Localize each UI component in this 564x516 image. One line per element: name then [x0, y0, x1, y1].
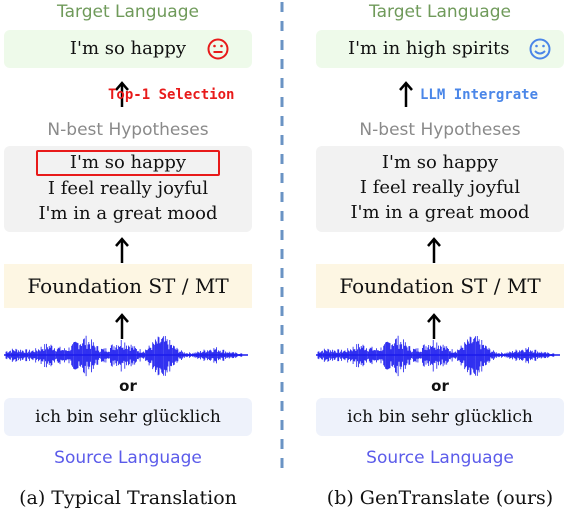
nbest-label: N-best Hypotheses: [47, 120, 209, 140]
nbest-label: N-best Hypotheses: [359, 120, 521, 140]
caption-a: (a) Typical Translation: [19, 487, 237, 509]
waveform-path: [317, 335, 555, 377]
hypothesis-2: I feel really joyful: [359, 177, 521, 198]
source-text-box: ich bin sehr glücklich: [4, 398, 252, 436]
arrow-up-icon: [115, 237, 129, 263]
nbest-box: I'm so happy I feel really joyful I'm in…: [4, 146, 252, 232]
audio-waveform-icon: [4, 335, 248, 377]
hypothesis-2: I feel really joyful: [47, 178, 209, 199]
waveform-path: [5, 335, 243, 377]
source-text: ich bin sehr glücklich: [35, 407, 221, 427]
source-language-label: Source Language: [54, 448, 202, 468]
hypothesis-3: I'm in a great mood: [38, 203, 218, 224]
target-language-label: Target Language: [369, 2, 511, 22]
target-output-box: I'm in high spirits: [316, 30, 564, 68]
hypothesis-1: I'm so happy: [381, 152, 499, 173]
target-language-label: Target Language: [57, 2, 199, 22]
nbest-box: I'm so happy I feel really joyful I'm in…: [316, 146, 564, 232]
arrow-up-icon: [399, 81, 413, 107]
panel-typical-translation: Target Language I'm so happy Top-1 Selec…: [4, 0, 252, 516]
hypothesis-1: I'm so happy: [4, 150, 252, 176]
audio-waveform-icon: [316, 335, 560, 377]
caption-b: (b) GenTranslate (ours): [326, 487, 554, 509]
smile-face-icon: [529, 38, 551, 60]
panel-divider: [280, 2, 284, 472]
source-text-box: ich bin sehr glücklich: [316, 398, 564, 436]
or-label: or: [431, 377, 449, 395]
source-language-label: Source Language: [366, 448, 514, 468]
neutral-face-icon: [207, 38, 229, 60]
selected-hypothesis-highlight: I'm so happy: [35, 150, 221, 176]
source-text: ich bin sehr glücklich: [347, 407, 533, 427]
top1-selection-label: Top-1 Selection: [108, 87, 235, 103]
arrow-up-icon: [427, 237, 441, 263]
foundation-model-box: Foundation ST / MT: [316, 264, 564, 308]
llm-integrate-label: LLM Intergrate: [420, 87, 539, 103]
foundation-model-label: Foundation ST / MT: [27, 274, 229, 298]
target-output-text: I'm so happy: [69, 38, 187, 59]
or-label: or: [119, 377, 137, 395]
hypothesis-3: I'm in a great mood: [350, 202, 530, 223]
foundation-model-label: Foundation ST / MT: [339, 274, 541, 298]
foundation-model-box: Foundation ST / MT: [4, 264, 252, 308]
target-output-text: I'm in high spirits: [348, 38, 510, 59]
panel-gentranslate: Target Language I'm in high spirits LLM …: [316, 0, 564, 516]
